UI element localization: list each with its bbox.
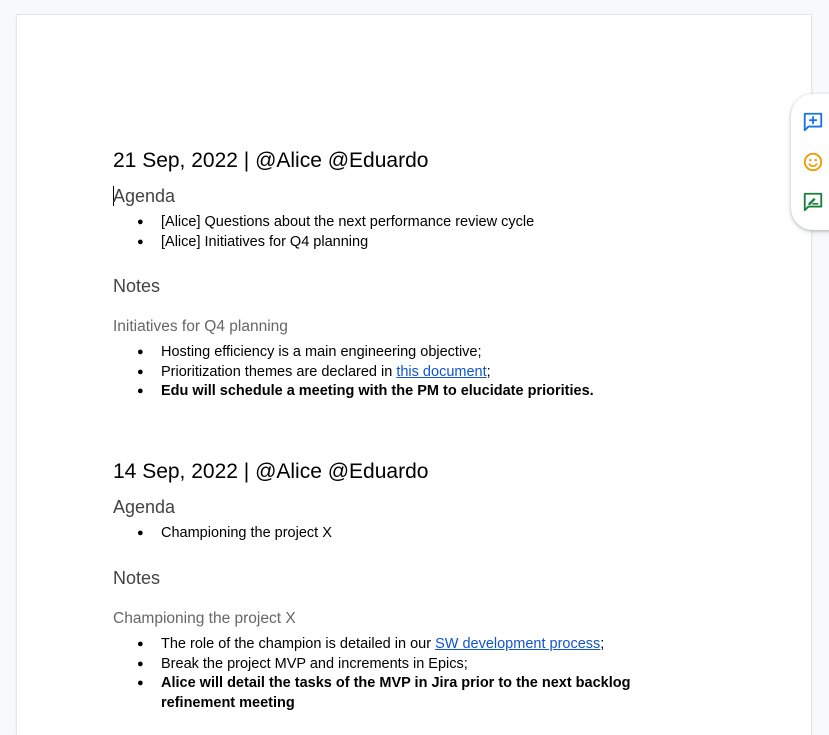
list-item: ● [Alice] Initiatives for Q4 planning xyxy=(113,233,673,253)
suggest-edit-icon xyxy=(803,192,823,212)
bullet-icon: ● xyxy=(137,365,144,378)
list-item: ● [Alice] Questions about the next perfor… xyxy=(113,213,673,233)
bullet-icon: ● xyxy=(137,527,144,539)
notes-list: ● The role of the champion is detailed in… xyxy=(113,635,673,713)
bullet-icon: ● xyxy=(137,385,144,397)
add-comment-button[interactable] xyxy=(801,110,825,134)
notes-heading: Notes xyxy=(113,276,161,296)
suggest-edits-button[interactable] xyxy=(801,190,825,214)
list-item: ● Prioritization themes are declared in t… xyxy=(113,363,673,383)
list-item: ● Alice will detail the tasks of the MVP … xyxy=(137,675,631,711)
document-page[interactable]: 21 Sep, 2022 | @Alice @Eduardo Agenda ●[… xyxy=(17,15,811,735)
agenda-heading: Agenda xyxy=(113,186,176,206)
side-action-rail xyxy=(791,94,829,230)
list-item: ● Break the project MVP and increments in… xyxy=(113,655,673,675)
add-comment-icon xyxy=(803,112,823,132)
bullet-icon: ● xyxy=(137,638,144,650)
bullet-icon: ● xyxy=(137,657,144,670)
notes-subheading: Initiatives for Q4 planning xyxy=(113,318,288,335)
list-item: ● Edu will schedule a meeting with the PM… xyxy=(113,382,673,402)
agenda-heading: Agenda xyxy=(113,497,176,517)
agenda-list: ● [Alice] Questions about the next perfor… xyxy=(113,213,673,252)
list-item: ● Championing the project X xyxy=(113,524,673,544)
notes-heading: Notes xyxy=(113,568,161,588)
agenda-list: ● Championing the project X xyxy=(113,524,673,544)
notes-list: ● Hosting efficiency is a main engineerin… xyxy=(113,343,673,402)
meeting-title-heading: 14 Sep, 2022 | @Alice @Eduardo xyxy=(113,460,429,483)
list-item: ● Hosting efficiency is a main engineerin… xyxy=(113,343,673,363)
meeting-title-heading: 21 Sep, 2022 | @Alice @Eduardo xyxy=(113,149,429,172)
emoji-reaction-icon xyxy=(803,152,823,172)
this-document-link[interactable]: this document xyxy=(396,364,486,380)
notes-subheading: Championing the project X xyxy=(113,610,296,627)
list-item: ● The role of the champion is detailed in… xyxy=(113,635,673,655)
sw-development-process-link[interactable]: SW development process xyxy=(435,636,600,652)
bullet-icon: ● xyxy=(137,235,144,248)
emoji-reaction-button[interactable] xyxy=(801,150,825,174)
bullet-icon: ● xyxy=(137,346,144,358)
bullet-icon: ● xyxy=(137,216,144,228)
bullet-icon: ● xyxy=(137,677,144,689)
